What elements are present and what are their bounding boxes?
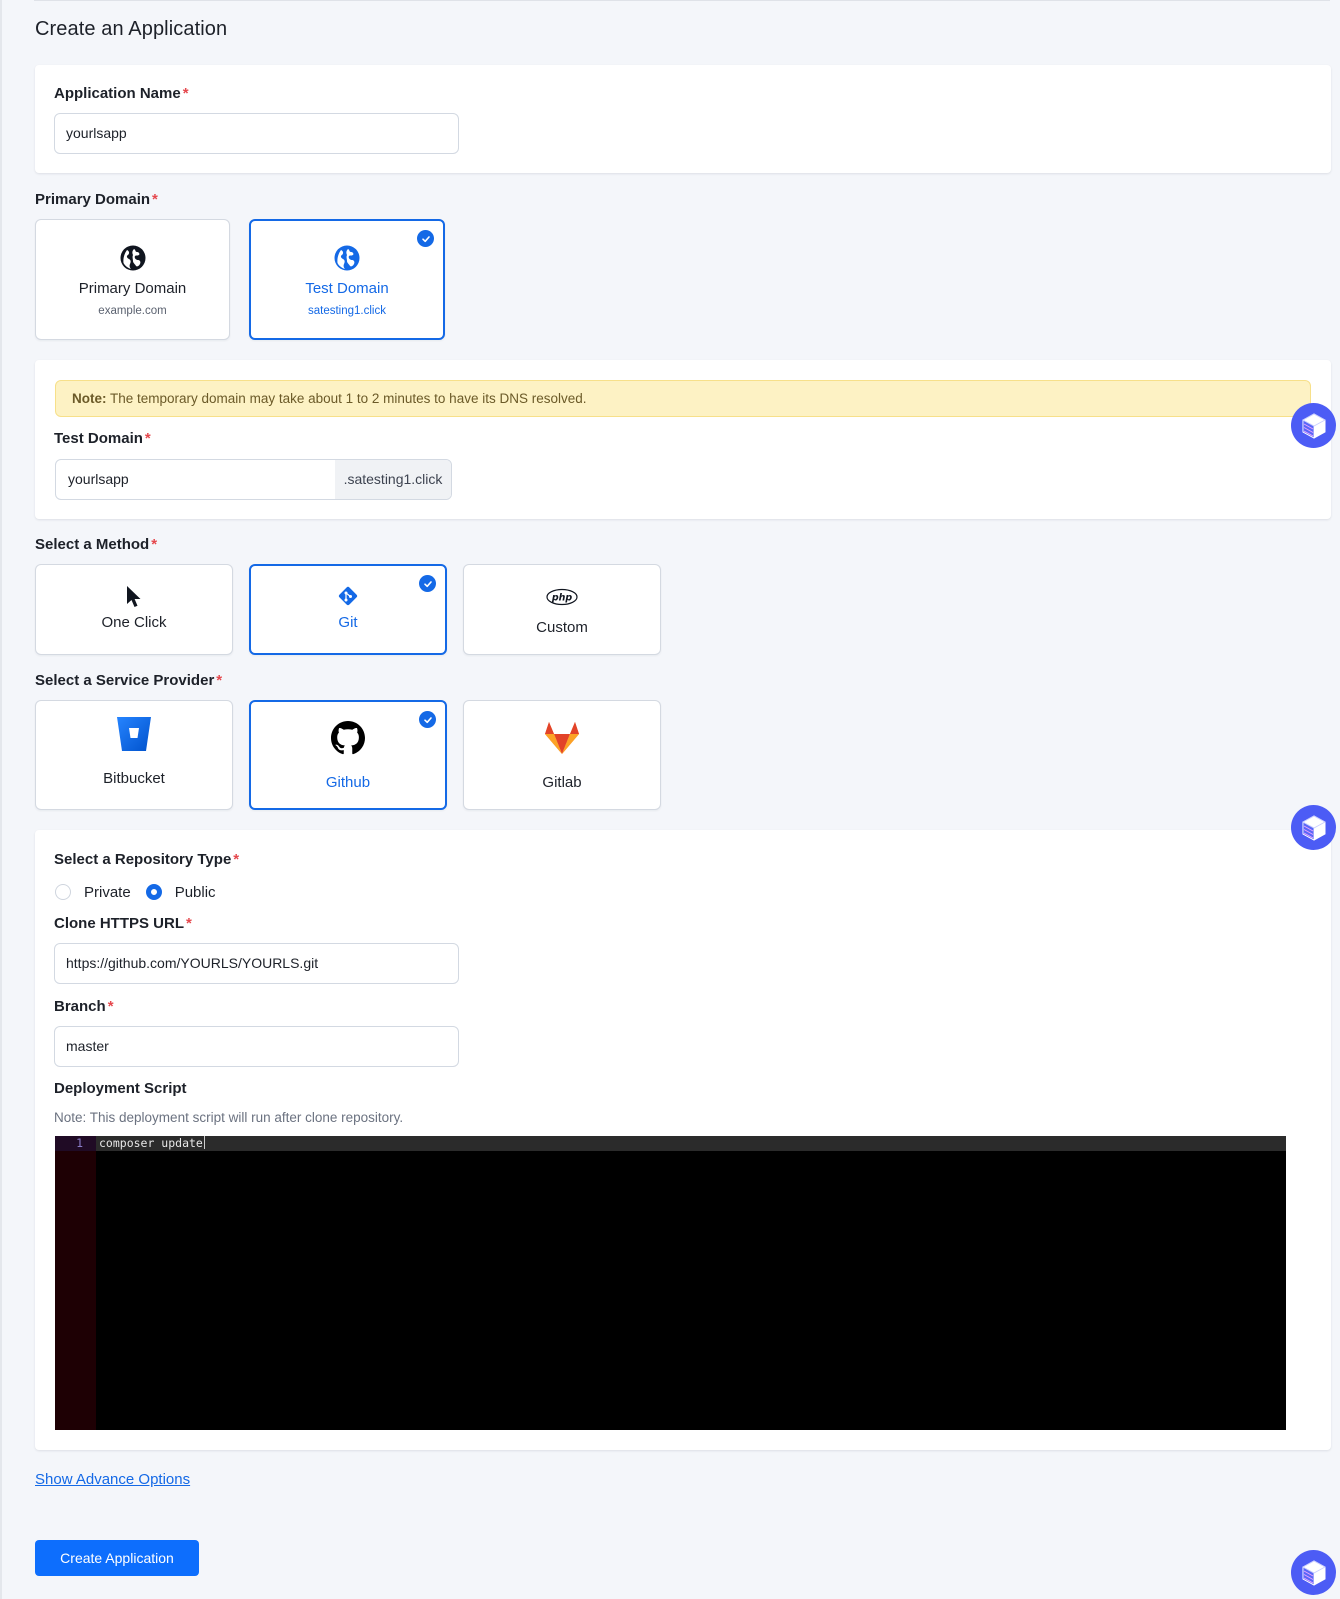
method-option-title: One Click <box>101 614 167 631</box>
selected-check-icon <box>419 575 436 592</box>
application-name-label-text: Application Name <box>54 85 181 102</box>
required-marker: * <box>144 430 151 447</box>
gitlab-icon <box>545 722 579 754</box>
editor-gutter <box>55 1136 96 1430</box>
domain-option-title: Primary Domain <box>78 280 187 297</box>
cursor-pointer-icon <box>127 586 141 607</box>
floating-help-button[interactable] <box>1291 805 1336 850</box>
create-application-button[interactable]: Create Application <box>35 1540 199 1576</box>
repository-card: Select a Repository Type * Private Public… <box>35 830 1331 1450</box>
application-name-card: Application Name * yourlsapp <box>35 65 1331 173</box>
floating-help-button[interactable] <box>1291 1550 1336 1595</box>
globe-icon <box>334 245 360 271</box>
required-marker: * <box>182 85 189 102</box>
test-domain-suffix: .satesting1.click <box>335 460 451 499</box>
bitbucket-icon <box>117 717 151 751</box>
globe-icon <box>120 245 145 271</box>
required-marker: * <box>233 851 240 868</box>
service-provider-label-text: Select a Service Provider <box>35 672 215 689</box>
primary-domain-label: Primary Domain * <box>35 191 158 208</box>
git-icon <box>338 586 358 606</box>
editor-active-line <box>55 1136 1286 1151</box>
svg-text:php: php <box>551 593 573 604</box>
required-marker: * <box>107 998 114 1015</box>
test-domain-card: Note: The temporary domain may take abou… <box>35 360 1331 519</box>
page-top-border <box>34 0 1330 1</box>
editor-cursor <box>203 1136 205 1149</box>
test-domain-input[interactable]: yourlsapp <box>68 460 129 499</box>
radio-public[interactable] <box>145 884 162 900</box>
repository-type-label: Select a Repository Type * <box>54 851 239 868</box>
floating-help-button[interactable] <box>1291 403 1336 448</box>
server-cube-icon <box>1301 412 1326 439</box>
required-marker: * <box>151 536 158 553</box>
server-cube-icon <box>1301 1559 1326 1586</box>
test-domain-label: Test Domain * <box>54 430 151 447</box>
clone-url-input[interactable]: https://github.com/YOURLS/YOURLS.git <box>54 943 459 984</box>
editor-code-text: composer update <box>99 1136 203 1150</box>
provider-option-title: Github <box>325 774 371 791</box>
branch-input[interactable]: master <box>54 1026 459 1067</box>
branch-label-text: Branch <box>54 998 106 1015</box>
php-icon: php <box>546 588 578 606</box>
provider-option-gitlab[interactable]: Gitlab <box>463 700 661 810</box>
provider-option-bitbucket[interactable]: Bitbucket <box>35 700 233 810</box>
editor-line-number: 1 <box>76 1136 83 1150</box>
repository-type-label-text: Select a Repository Type <box>54 851 232 868</box>
test-domain-input-group: yourlsapp .satesting1.click <box>55 459 452 500</box>
provider-option-title: Gitlab <box>542 774 582 791</box>
page-title: Create an Application <box>35 18 228 40</box>
required-marker: * <box>216 672 223 689</box>
page-left-border <box>0 0 2 1599</box>
deployment-script-label: Deployment Script <box>54 1080 187 1097</box>
domain-option-subtitle: example.com <box>98 305 167 317</box>
required-marker: * <box>152 191 158 208</box>
method-option-title: Git <box>338 614 358 631</box>
note-text: The temporary domain may take about 1 to… <box>106 391 587 406</box>
domain-option-subtitle: satesting1.click <box>308 305 386 317</box>
provider-option-github[interactable]: Github <box>249 700 447 810</box>
domain-option-primary[interactable]: Primary Domain example.com <box>35 219 230 340</box>
method-label: Select a Method * <box>35 536 157 553</box>
branch-label: Branch * <box>54 998 114 1015</box>
method-option-title: Custom <box>536 619 588 636</box>
method-option-one-click[interactable]: One Click <box>35 564 233 655</box>
github-icon <box>331 721 365 755</box>
test-domain-label-text: Test Domain <box>54 430 143 447</box>
clone-url-label-text: Clone HTTPS URL <box>54 915 184 932</box>
application-name-input[interactable]: yourlsapp <box>54 113 459 154</box>
radio-label-public[interactable]: Public <box>175 884 216 901</box>
domain-option-test[interactable]: Test Domain satesting1.click <box>249 219 445 340</box>
dns-note-alert: Note: The temporary domain may take abou… <box>55 380 1311 417</box>
method-option-custom[interactable]: php Custom <box>463 564 661 655</box>
clone-url-label: Clone HTTPS URL * <box>54 915 192 932</box>
editor-code-line[interactable]: composer update <box>99 1136 205 1151</box>
server-cube-icon <box>1301 814 1326 841</box>
selected-check-icon <box>419 711 436 728</box>
required-marker: * <box>186 915 192 932</box>
provider-option-title: Bitbucket <box>103 770 165 787</box>
deployment-script-editor[interactable]: 1 composer update <box>55 1136 1286 1430</box>
radio-label-private[interactable]: Private <box>84 884 131 901</box>
method-option-git[interactable]: Git <box>249 564 447 655</box>
primary-domain-label-text: Primary Domain <box>35 191 151 208</box>
domain-option-title: Test Domain <box>305 280 389 297</box>
note-prefix: Note: <box>72 391 107 406</box>
method-label-text: Select a Method <box>35 536 150 553</box>
radio-private[interactable] <box>55 884 71 900</box>
selected-check-icon <box>417 230 434 247</box>
show-advance-options-link[interactable]: Show Advance Options <box>35 1471 190 1488</box>
application-name-label: Application Name * <box>54 85 189 102</box>
service-provider-label: Select a Service Provider * <box>35 672 222 689</box>
deployment-script-note: Note: This deployment script will run af… <box>54 1110 404 1125</box>
repository-type-radio-group: Private Public <box>55 881 231 903</box>
